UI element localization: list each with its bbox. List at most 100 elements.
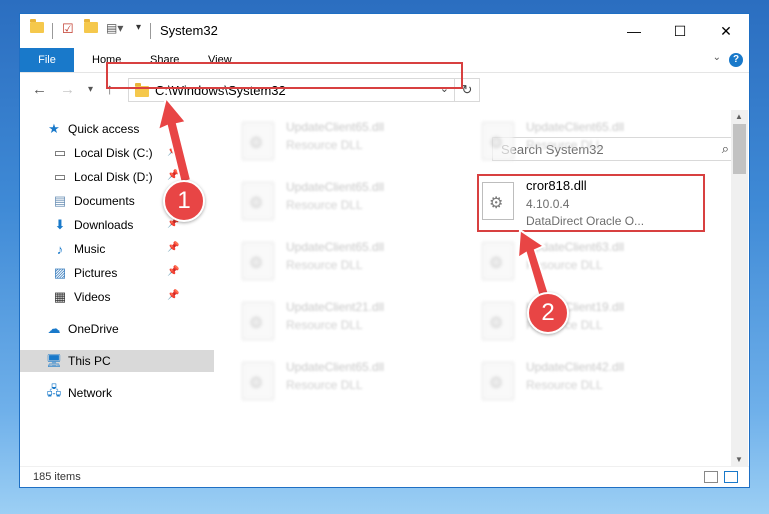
sidebar-item-label: Downloads	[74, 218, 134, 232]
file-description: Resource DLL	[526, 138, 603, 152]
item-count: 185 items	[33, 471, 81, 483]
divider	[52, 23, 53, 39]
file-name: UpdateClient65.dll	[286, 360, 385, 374]
pictures-icon: ▨	[53, 265, 67, 280]
new-folder-icon[interactable]	[84, 19, 98, 33]
sidebar-item-label: This PC	[68, 354, 111, 368]
title-bar: ☑ ▤▾ ▾ System32 — ☐ ✕	[20, 14, 749, 48]
dll-file-icon	[242, 122, 274, 160]
file-name: UpdateClient21.dll	[286, 300, 385, 314]
file-item[interactable]: UpdateClient42.dll Resource DLL	[478, 356, 708, 406]
pin-icon[interactable]: 📌	[167, 290, 179, 301]
file-item[interactable]: UpdateClient65.dll Resource DLL	[238, 176, 468, 226]
dll-file-icon	[482, 362, 514, 400]
scroll-down-icon[interactable]: ▼	[735, 455, 743, 464]
file-highlight	[477, 174, 705, 232]
file-name: UpdateClient65.dll	[526, 120, 625, 134]
sidebar-item-network[interactable]: 🖧 Network	[20, 382, 214, 404]
sidebar-item-quick-access[interactable]: ★ Quick access	[20, 118, 214, 140]
sidebar-item-label: Music	[74, 242, 106, 256]
sidebar-item-pictures[interactable]: ▨ Pictures 📌	[20, 262, 214, 284]
file-description: Resource DLL	[526, 378, 603, 392]
sidebar-item-label: Videos	[74, 290, 111, 304]
sidebar-item-this-pc[interactable]: 🖥 This PC	[20, 350, 214, 372]
scroll-up-icon[interactable]: ▲	[735, 112, 743, 121]
quick-access-dropdown-icon[interactable]: ▾	[136, 22, 141, 33]
callout-badge-1: 1	[163, 180, 205, 222]
sidebar-item-local-disk-c[interactable]: ▭ Local Disk (C:) 📌	[20, 142, 214, 164]
dll-file-icon	[242, 362, 274, 400]
sidebar-item-music[interactable]: ♪ Music 📌	[20, 238, 214, 260]
pin-icon[interactable]: 📌	[167, 170, 179, 181]
sidebar-item-label: Quick access	[68, 122, 140, 136]
file-description: Resource DLL	[286, 138, 363, 152]
cloud-icon: ☁	[47, 321, 61, 336]
network-icon: 🖧	[46, 383, 62, 398]
sidebar-item-label: Documents	[74, 194, 135, 208]
forward-arrow-icon[interactable]: →	[60, 81, 75, 98]
navigation-pane: ★ Quick access ▭ Local Disk (C:) 📌 ▭ Loc…	[20, 110, 214, 466]
details-view-icon[interactable]	[704, 471, 718, 483]
file-name: UpdateClient65.dll	[286, 180, 385, 194]
documents-icon: ▤	[53, 193, 67, 208]
vertical-scrollbar[interactable]: ▲ ▼	[731, 110, 748, 466]
file-name: UpdateClient42.dll	[526, 360, 625, 374]
file-name: UpdateClient65.dll	[286, 240, 385, 254]
pin-icon[interactable]: 📌	[167, 266, 179, 277]
folder-icon	[30, 19, 44, 33]
divider	[150, 23, 151, 39]
dll-file-icon	[242, 182, 274, 220]
scrollbar-thumb[interactable]	[733, 124, 746, 174]
help-icon[interactable]: ?	[729, 53, 743, 67]
tab-file[interactable]: File	[20, 48, 74, 72]
music-icon: ♪	[56, 241, 64, 257]
customize-toolbar-icon[interactable]: ▤▾	[106, 21, 123, 35]
dll-file-icon	[242, 302, 274, 340]
window-title: System32	[160, 23, 218, 38]
status-bar: 185 items	[20, 466, 749, 489]
dll-file-icon	[482, 242, 514, 280]
downloads-icon: ⬇	[54, 217, 66, 232]
sidebar-item-label: Pictures	[74, 266, 118, 280]
dll-file-icon	[482, 302, 514, 340]
file-list: UpdateClient65.dll Resource DLL UpdateCl…	[216, 110, 729, 466]
file-description: Resource DLL	[286, 198, 363, 212]
file-item[interactable]: UpdateClient65.dll Resource DLL	[238, 116, 468, 166]
file-description: Resource DLL	[286, 318, 363, 332]
file-item[interactable]: UpdateClient65.dll Resource DLL	[238, 356, 468, 406]
minimize-button[interactable]: —	[611, 14, 657, 48]
pin-icon[interactable]: 📌	[167, 146, 179, 157]
file-description: Resource DLL	[286, 378, 363, 392]
file-name: UpdateClient63.dll	[526, 240, 625, 254]
file-item[interactable]: UpdateClient63.dll Resource DLL	[478, 236, 708, 286]
file-item[interactable]: UpdateClient21.dll Resource DLL	[238, 296, 468, 346]
back-arrow-icon[interactable]: ←	[32, 81, 47, 98]
dll-file-icon	[242, 242, 274, 280]
address-bar-highlight	[106, 62, 463, 89]
file-description: Resource DLL	[526, 258, 603, 272]
large-icons-view-icon[interactable]	[724, 471, 738, 483]
sidebar-item-label: OneDrive	[68, 322, 119, 336]
close-button[interactable]: ✕	[703, 14, 749, 48]
file-name: UpdateClient65.dll	[286, 120, 385, 134]
callout-badge-2: 2	[527, 292, 569, 334]
videos-icon: ▦	[53, 289, 67, 304]
recent-locations-dropdown-icon[interactable]: ▾	[88, 84, 93, 95]
sidebar-item-onedrive[interactable]: ☁ OneDrive	[20, 318, 214, 340]
sidebar-item-label: Network	[68, 386, 113, 400]
sidebar-item-label: Local Disk (C:)	[74, 146, 153, 160]
file-description: Resource DLL	[286, 258, 363, 272]
sidebar-item-label: Local Disk (D:)	[74, 170, 153, 184]
properties-icon[interactable]: ☑	[62, 21, 74, 37]
file-item[interactable]: UpdateClient65.dll Resource DLL	[478, 116, 708, 166]
maximize-button[interactable]: ☐	[657, 14, 703, 48]
file-item[interactable]: UpdateClient19.dll Resource DLL	[478, 296, 708, 346]
sidebar-item-videos[interactable]: ▦ Videos 📌	[20, 286, 214, 308]
drive-icon: ▭	[53, 145, 67, 160]
file-item[interactable]: UpdateClient65.dll Resource DLL	[238, 236, 468, 286]
computer-icon: 🖥	[45, 353, 63, 368]
pin-icon[interactable]: 📌	[167, 242, 179, 253]
drive-icon: ▭	[53, 169, 67, 184]
star-icon: ★	[48, 121, 60, 136]
chevron-down-icon[interactable]: ⌄	[713, 52, 721, 63]
